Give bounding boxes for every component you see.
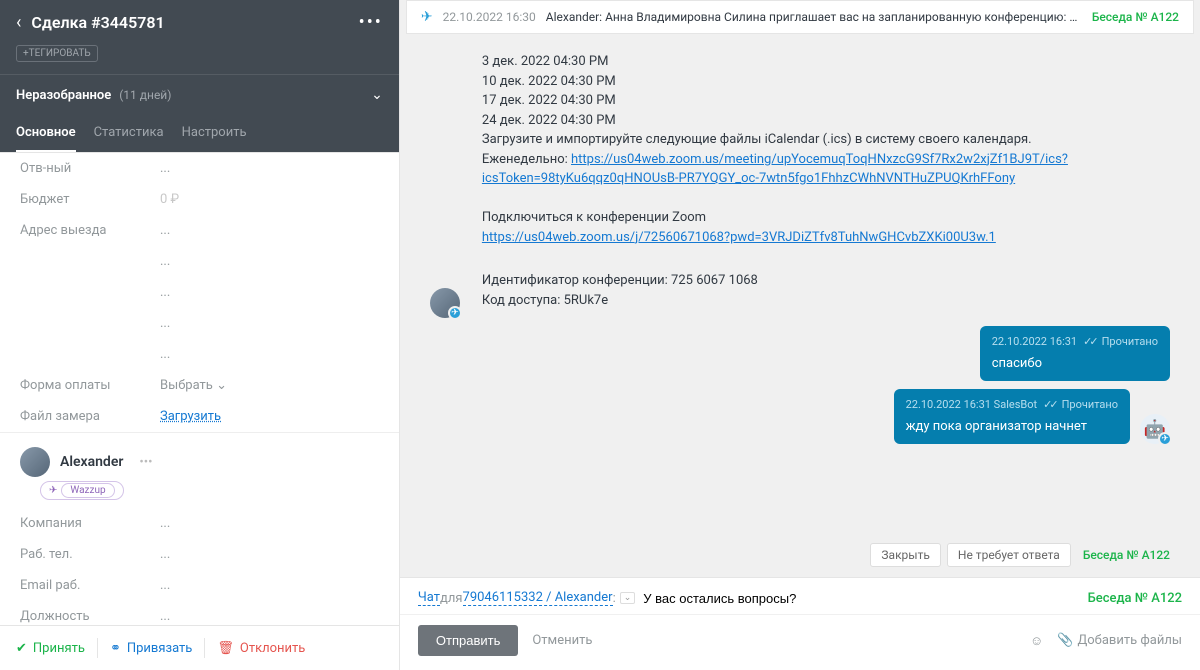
channel-selector[interactable]: Чат bbox=[418, 590, 440, 606]
chevron-down-icon: ⌄ bbox=[216, 378, 227, 393]
field-label: Компания bbox=[20, 516, 160, 531]
contact-name[interactable]: Alexander bbox=[60, 454, 123, 470]
field-value[interactable]: ... bbox=[160, 254, 170, 269]
field-label: Отв-ный bbox=[20, 161, 160, 176]
reject-button[interactable]: 🗑Отклонить bbox=[217, 641, 305, 656]
message-in: Идентификатор конференции: 725 6067 1068… bbox=[470, 263, 770, 318]
trash-icon: 🗑 bbox=[217, 641, 234, 656]
tab-stats[interactable]: Статистика bbox=[94, 115, 164, 152]
conversation-id: Беседа № А122 bbox=[1088, 591, 1182, 606]
field-value[interactable]: ... bbox=[160, 316, 170, 331]
link-button[interactable]: ⚭Привязать bbox=[110, 641, 192, 656]
stage-days: (11 дней) bbox=[119, 88, 171, 102]
upload-link[interactable]: Загрузить bbox=[160, 409, 221, 424]
read-check-icon bbox=[1083, 334, 1095, 351]
recipient-dropdown[interactable]: ⌄ bbox=[620, 592, 636, 604]
field-label: Форма оплаты bbox=[20, 378, 160, 393]
conversation-bar[interactable]: ✈ 22.10.2022 16:30 Alexander: Анна Влади… bbox=[406, 0, 1194, 34]
message-out: 22.10.2022 16:31 SalesBotПрочитано жду п… bbox=[894, 389, 1130, 444]
telegram-icon: ✈ bbox=[448, 306, 462, 320]
bot-avatar: 🤖✈ bbox=[1140, 414, 1170, 444]
send-button[interactable]: Отправить bbox=[418, 625, 518, 656]
recipient-selector[interactable]: 79046115332 / Alexander bbox=[463, 590, 613, 606]
deal-title: Сделка #3445781 bbox=[31, 13, 348, 32]
field-label: Адрес выезда bbox=[20, 223, 160, 238]
read-check-icon bbox=[1043, 397, 1055, 414]
field-value[interactable]: ... bbox=[160, 547, 170, 562]
sender-avatar: ✈ bbox=[430, 288, 460, 318]
more-menu[interactable]: ••• bbox=[359, 12, 383, 33]
composer-for-label: для bbox=[440, 591, 463, 606]
field-label: Раб. тел. bbox=[20, 547, 160, 562]
field-value[interactable]: ... bbox=[160, 516, 170, 531]
field-value[interactable]: ... bbox=[160, 347, 170, 362]
no-reply-button[interactable]: Не требует ответа bbox=[947, 543, 1071, 567]
chevron-down-icon: ⌄ bbox=[371, 87, 383, 103]
field-value[interactable]: ... bbox=[160, 578, 170, 593]
field-label: Должность bbox=[20, 609, 160, 624]
field-label: Бюджет bbox=[20, 192, 160, 207]
tab-setup[interactable]: Настроить bbox=[182, 115, 247, 152]
cancel-button[interactable]: Отменить bbox=[532, 633, 592, 648]
message-input[interactable] bbox=[643, 591, 1087, 606]
emoji-button[interactable]: ☺ bbox=[1030, 633, 1043, 649]
field-label: Email раб. bbox=[20, 578, 160, 593]
conv-summary: Alexander: Анна Владимировна Силина приг… bbox=[546, 10, 1082, 24]
field-value-select[interactable]: Выбрать ⌄ bbox=[160, 378, 227, 393]
conversation-id: Беседа № А122 bbox=[1092, 10, 1179, 24]
tab-main[interactable]: Основное bbox=[16, 115, 76, 152]
paperclip-icon: 📎 bbox=[1057, 633, 1073, 648]
integration-badge: ✈ Wazzup bbox=[40, 481, 124, 500]
zoom-join-link[interactable]: https://us04web.zoom.us/j/72560671068?pw… bbox=[482, 230, 996, 245]
contact-avatar bbox=[20, 447, 50, 477]
link-icon: ⚭ bbox=[110, 641, 121, 656]
separator bbox=[204, 638, 205, 658]
telegram-icon: ✈ bbox=[1158, 432, 1172, 446]
attach-button[interactable]: 📎Добавить файлы bbox=[1057, 633, 1182, 648]
message-in: 3 дек. 2022 04:30 PM 10 дек. 2022 04:30 … bbox=[470, 44, 1150, 255]
conversation-id: Беседа № А122 bbox=[1083, 548, 1170, 562]
separator bbox=[97, 638, 98, 658]
back-button[interactable]: ‹ bbox=[16, 12, 21, 33]
contact-menu[interactable]: ••• bbox=[139, 455, 152, 470]
tag-button[interactable]: +ТЕГИРОВАТЬ bbox=[16, 45, 98, 62]
telegram-icon: ✈ bbox=[421, 9, 433, 25]
field-label: Файл замера bbox=[20, 409, 160, 424]
stage-name: Неразобранное bbox=[16, 88, 111, 103]
field-value[interactable]: 0 ₽ bbox=[160, 192, 179, 207]
field-value[interactable]: ... bbox=[160, 223, 170, 238]
stage-selector[interactable]: Неразобранное (11 дней) ⌄ bbox=[0, 74, 399, 115]
field-value[interactable]: ... bbox=[160, 161, 170, 176]
accept-button[interactable]: ✔Принять bbox=[16, 641, 85, 656]
close-chat-button[interactable]: Закрыть bbox=[870, 543, 940, 567]
message-out: 22.10.2022 16:31Прочитано спасибо bbox=[980, 326, 1170, 381]
field-value[interactable]: ... bbox=[160, 609, 170, 624]
conv-timestamp: 22.10.2022 16:30 bbox=[443, 10, 536, 24]
check-circle-icon: ✔ bbox=[16, 641, 27, 656]
field-value[interactable]: ... bbox=[160, 285, 170, 300]
